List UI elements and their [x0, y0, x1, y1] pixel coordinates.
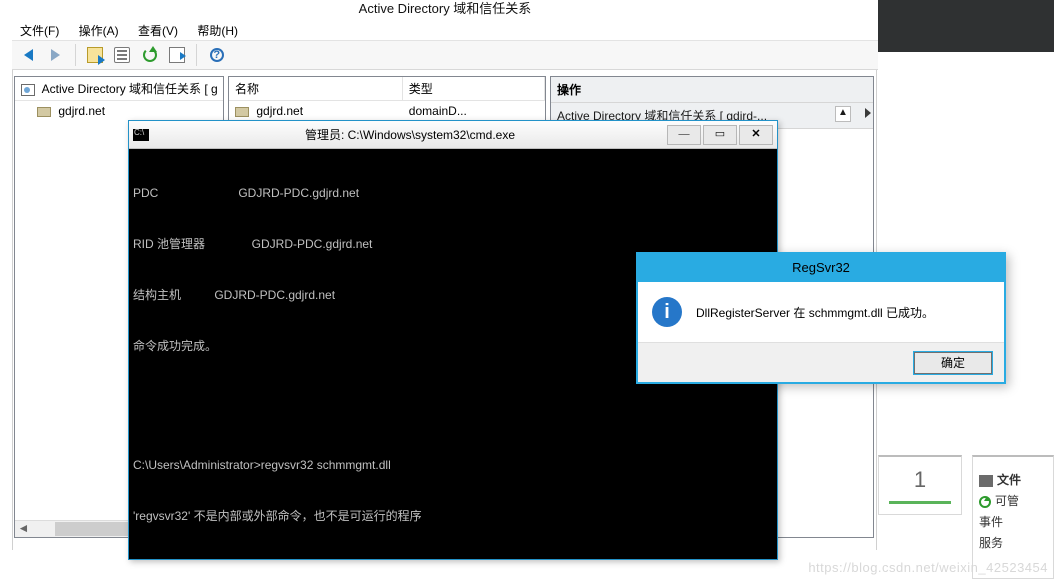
domain-icon: [37, 107, 51, 117]
maximize-button[interactable]: ▭: [703, 125, 737, 145]
list-item[interactable]: gdjrd.net domainD...: [229, 101, 545, 121]
manageability-icon: [979, 496, 991, 508]
tile-title: 文件: [997, 473, 1021, 487]
menu-help[interactable]: 帮助(H): [189, 20, 246, 41]
cmd-line: RID 池管理器 GDJRD-PDC.gdjrd.net: [133, 236, 773, 253]
actions-collapse-button[interactable]: ▲: [835, 106, 851, 122]
menu-action[interactable]: 操作(A): [71, 20, 127, 41]
actions-flyout-arrow-icon: [865, 108, 871, 118]
column-header-name[interactable]: 名称: [229, 77, 403, 100]
dialog-message: DllRegisterServer 在 schmmgmt.dll 已成功。: [696, 304, 934, 321]
mmc-window-title: Active Directory 域和信任关系: [12, 0, 878, 20]
tile-services: 服务: [979, 534, 1047, 551]
tile-events: 事件: [979, 513, 1047, 530]
cmd-app-icon: [133, 129, 149, 141]
list-cell-type: domainD...: [403, 101, 545, 121]
tile-mgmt: 可管: [995, 494, 1019, 508]
ok-button[interactable]: 确定: [914, 352, 992, 374]
menu-view[interactable]: 查看(V): [130, 20, 186, 41]
dashboard-status-bar: [889, 501, 951, 504]
cmd-title-text: 管理员: C:\Windows\system32\cmd.exe: [155, 126, 665, 143]
regsvr32-dialog: RegSvr32 i DllRegisterServer 在 schmmgmt.…: [636, 252, 1006, 384]
list-cell-name: gdjrd.net: [256, 104, 303, 118]
show-hide-console-tree-button[interactable]: [83, 43, 107, 67]
cmd-line: PDC GDJRD-PDC.gdjrd.net: [133, 185, 773, 202]
column-header-type[interactable]: 类型: [403, 77, 545, 100]
menu-bar: 文件(F) 操作(A) 查看(V) 帮助(H): [12, 20, 878, 40]
domain-icon: [235, 107, 249, 117]
ad-root-icon: [21, 84, 35, 96]
scroll-thumb[interactable]: [55, 522, 135, 536]
dashboard-count: 1: [879, 457, 961, 493]
tree-domain-item[interactable]: gdjrd.net: [15, 101, 223, 121]
close-button[interactable]: ✕: [739, 125, 773, 145]
dashboard-count-tile[interactable]: 1: [878, 455, 962, 515]
tree-domain-label: gdjrd.net: [58, 104, 105, 118]
mmc-border-left: [12, 70, 13, 550]
watermark: https://blog.csdn.net/weixin_42523454: [808, 560, 1048, 575]
menu-file[interactable]: 文件(F): [12, 20, 67, 41]
server-icon: [979, 475, 993, 487]
cmd-titlebar[interactable]: 管理员: C:\Windows\system32\cmd.exe — ▭ ✕: [129, 121, 777, 149]
cmd-line: C:\Users\Administrator>regvsvr32 schmmgm…: [133, 457, 773, 474]
scroll-left-button[interactable]: ◄: [15, 521, 32, 537]
refresh-button[interactable]: [138, 43, 162, 67]
server-manager-band: [878, 0, 1054, 52]
tree-root-label: Active Directory 域和信任关系 [ g: [42, 82, 218, 96]
minimize-button[interactable]: —: [667, 125, 701, 145]
nav-forward-button[interactable]: [43, 43, 67, 67]
actions-header: 操作: [551, 77, 873, 103]
export-list-button[interactable]: [165, 43, 189, 67]
nav-back-button[interactable]: [16, 43, 40, 67]
info-icon: i: [652, 297, 682, 327]
toolbar: ?: [12, 40, 878, 70]
help-button[interactable]: ?: [205, 43, 229, 67]
dialog-title[interactable]: RegSvr32: [638, 254, 1004, 282]
tree-root[interactable]: Active Directory 域和信任关系 [ g: [15, 77, 223, 101]
cmd-line: 'regvsvr32' 不是内部或外部命令，也不是可运行的程序: [133, 508, 773, 525]
properties-button[interactable]: [110, 43, 134, 67]
